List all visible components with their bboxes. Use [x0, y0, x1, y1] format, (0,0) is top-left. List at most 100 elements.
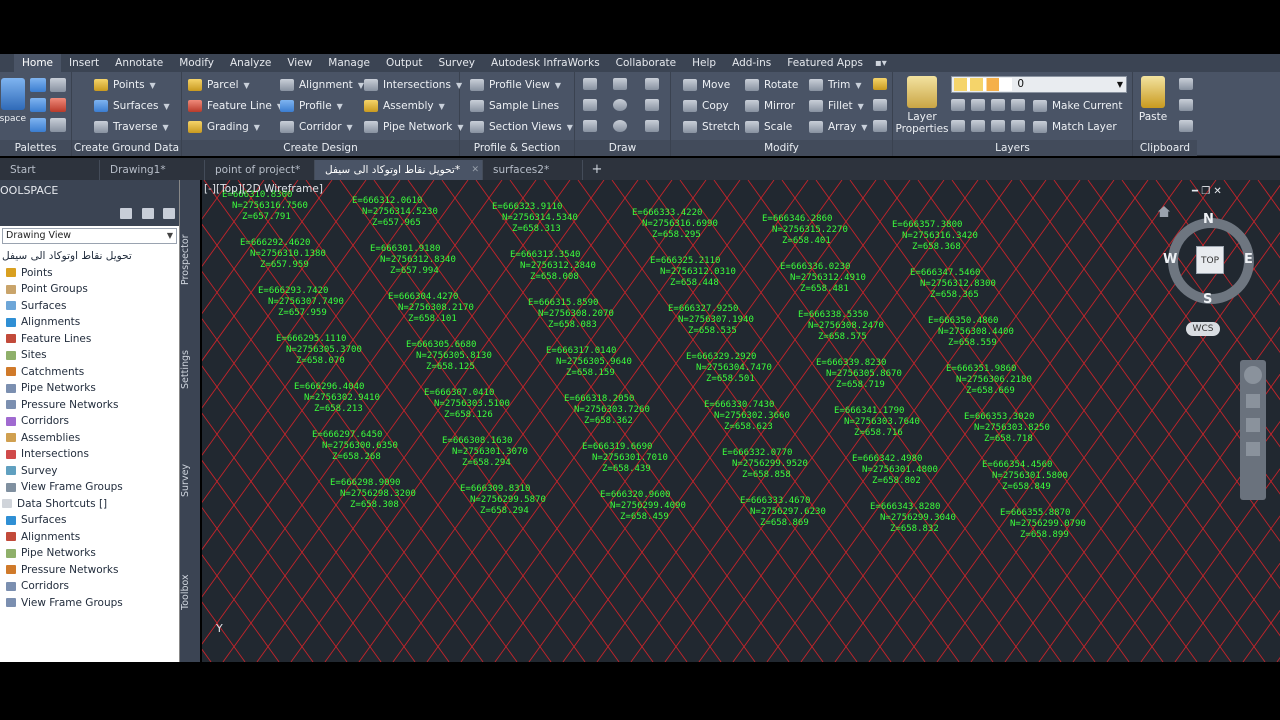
tree-item[interactable]: Survey — [0, 463, 179, 480]
cogo-point-label[interactable]: E=666346.2860 N=2756315.2270 Z=658.401 — [762, 214, 848, 247]
viewcube-top[interactable]: TOP — [1196, 246, 1224, 274]
tree-item[interactable]: Feature Lines — [0, 331, 179, 348]
stretch-button[interactable]: Stretch — [683, 118, 740, 136]
tab-modify[interactable]: Modify — [171, 54, 222, 72]
make-current-button[interactable]: Make Current — [1033, 97, 1122, 115]
explode-icon[interactable] — [873, 99, 887, 111]
sample-lines-button[interactable]: Sample Lines — [470, 97, 559, 115]
cogo-point-label[interactable]: E=666336.0230 N=2756312.4910 Z=658.481 — [780, 262, 866, 295]
polyline-icon[interactable] — [613, 78, 627, 90]
cogo-point-label[interactable]: E=666315.8590 N=2756308.2070 Z=658.083 — [528, 298, 614, 331]
new-tab-button[interactable]: + — [587, 160, 607, 180]
cogo-point-label[interactable]: E=666307.0410 N=2756303.5100 Z=658.126 — [424, 388, 510, 421]
match-layer-button[interactable]: Match Layer — [1033, 118, 1117, 136]
layer-on-icon[interactable] — [951, 120, 965, 132]
layer-lock-icon[interactable] — [1011, 99, 1025, 111]
tree-root-drawing[interactable]: تحويل نقاط اوتوكاد الى سيفل — [0, 248, 179, 265]
tab-home[interactable]: Home — [14, 54, 62, 72]
cogo-point-label[interactable]: E=666304.4270 N=2756308.2170 Z=658.101 — [388, 292, 474, 325]
tree-item[interactable]: Corridors — [0, 578, 179, 595]
compass-west[interactable]: W — [1163, 252, 1177, 267]
rectangle-icon[interactable] — [645, 99, 659, 111]
feature-line-button[interactable]: Feature Line▼ — [188, 97, 283, 115]
doc-tab-active[interactable]: تحويل نقاط اوتوكاد الى سيفل* ✕ — [315, 160, 483, 180]
arc-icon[interactable] — [645, 78, 659, 90]
ribbon-minimize-icon[interactable]: ▪▾ — [875, 58, 887, 69]
tree-item[interactable]: Sites — [0, 347, 179, 364]
mirror-button[interactable]: Mirror — [745, 97, 795, 115]
tab-analyze[interactable]: Analyze — [222, 54, 279, 72]
doc-tab-drawing1[interactable]: Drawing1* — [100, 160, 205, 180]
tab-settings[interactable]: Settings — [180, 348, 200, 392]
circle-icon[interactable] — [613, 99, 627, 111]
layer-unisolate-icon[interactable] — [971, 120, 985, 132]
model-viewport[interactable]: E=666310.8300 N=2756316.7560 Z=657.791 E=66… — [202, 180, 1280, 662]
profile-button[interactable]: Profile ▼ — [280, 97, 343, 115]
panel-title-clipboard[interactable]: Clipboard — [1133, 140, 1197, 156]
tab-output[interactable]: Output — [378, 54, 430, 72]
orbit-icon[interactable] — [1246, 442, 1260, 456]
tree-item[interactable]: Pressure Networks — [0, 562, 179, 579]
cogo-point-label[interactable]: E=666350.4860 N=2756308.4400 Z=658.559 — [928, 316, 1014, 349]
corridor-button[interactable]: Corridor ▼ — [280, 118, 353, 136]
tree-item[interactable]: Points — [0, 265, 179, 282]
surfaces-button[interactable]: Surfaces ▼ — [94, 97, 170, 115]
tab-view[interactable]: View — [279, 54, 320, 72]
properties-icon[interactable] — [50, 78, 66, 92]
cogo-point-label[interactable]: E=666342.4980 N=2756301.4800 Z=658.802 — [852, 454, 938, 487]
compass-north[interactable]: N — [1203, 212, 1214, 227]
doc-tab-start[interactable]: Start — [0, 160, 100, 180]
tree-data-shortcuts[interactable]: Data Shortcuts [] — [0, 496, 179, 513]
layer-unlock-icon[interactable] — [1011, 120, 1025, 132]
cogo-point-label[interactable]: E=666330.7430 N=2756302.3660 Z=658.623 — [704, 400, 790, 433]
layer-isolate-icon[interactable] — [971, 99, 985, 111]
tab-featured-apps[interactable]: Featured Apps — [779, 54, 871, 72]
cogo-point-label[interactable]: E=666298.9090 N=2756298.3200 Z=658.308 — [330, 478, 416, 511]
pipe-network-button[interactable]: Pipe Network ▼ — [364, 118, 463, 136]
panel-title-draw[interactable]: Draw — [575, 140, 670, 156]
cut-icon[interactable] — [1179, 78, 1193, 90]
viewport-controls[interactable]: [-][Top][2D Wireframe] — [204, 183, 323, 195]
panel-title-modify[interactable]: Modify — [671, 140, 892, 156]
compass-east[interactable]: E — [1244, 252, 1253, 267]
scale-button[interactable]: Scale — [745, 118, 792, 136]
layer-off-icon[interactable] — [951, 99, 965, 111]
tab-collaborate[interactable]: Collaborate — [608, 54, 684, 72]
tab-infraworks[interactable]: Autodesk InfraWorks — [483, 54, 608, 72]
doc-tab-point-of-project[interactable]: point of project* — [205, 160, 315, 180]
tab-prospector[interactable]: Prospector — [180, 230, 200, 290]
tree-options-icon[interactable] — [120, 208, 132, 219]
hatch-icon[interactable] — [583, 120, 597, 132]
tree-item[interactable]: Alignments — [0, 529, 179, 546]
doc-tab-surfaces2[interactable]: surfaces2* — [483, 160, 583, 180]
tree-item[interactable]: Surfaces — [0, 298, 179, 315]
spline-icon[interactable] — [583, 99, 597, 111]
cogo-point-label[interactable]: E=666329.2920 N=2756304.7470 Z=658.501 — [686, 352, 772, 385]
cogo-point-label[interactable]: E=666319.6690 N=2756301.7010 Z=658.439 — [582, 442, 668, 475]
tab-survey[interactable]: Survey — [430, 54, 483, 72]
cogo-point-label[interactable]: E=666308.1630 N=2756301.3070 Z=658.294 — [442, 436, 528, 469]
compass-south[interactable]: S — [1203, 292, 1212, 307]
copy-clip-icon[interactable] — [1179, 99, 1193, 111]
tree-item[interactable]: Intersections — [0, 446, 179, 463]
tree-item[interactable]: Catchments — [0, 364, 179, 381]
cogo-point-label[interactable]: E=666320.9600 N=2756299.4090 Z=658.459 — [600, 490, 686, 523]
app-menu-stub[interactable] — [0, 54, 14, 72]
toolspace-button[interactable]: Toolspace — [0, 78, 26, 125]
panel-title-profile-views[interactable]: Profile & Section Views — [460, 140, 574, 170]
help-icon[interactable] — [163, 208, 175, 219]
cogo-point-label[interactable]: E=666309.8310 N=2756299.5870 Z=658.294 — [460, 484, 546, 517]
intersections-button[interactable]: Intersections ▼ — [364, 76, 462, 94]
move-button[interactable]: Move — [683, 76, 730, 94]
copy-base-icon[interactable] — [1179, 120, 1193, 132]
cogo-point-label[interactable]: E=666355.8870 N=2756299.0790 Z=658.899 — [1000, 508, 1086, 541]
cogo-point-label[interactable]: E=666305.6680 N=2756305.8130 Z=658.125 — [406, 340, 492, 373]
layer-thaw-icon[interactable] — [991, 120, 1005, 132]
tree-item[interactable]: Alignments — [0, 314, 179, 331]
paste-button[interactable]: Paste — [1137, 76, 1169, 123]
cogo-point-label[interactable]: E=666357.3800 N=2756316.3420 Z=658.368 — [892, 220, 978, 253]
cogo-point-label[interactable]: E=666354.4560 N=2756301.5800 Z=658.849 — [982, 460, 1068, 493]
tab-insert[interactable]: Insert — [61, 54, 107, 72]
cogo-point-label[interactable]: E=666333.4220 N=2756316.6990 Z=658.295 — [632, 208, 718, 241]
tree-item[interactable]: View Frame Groups — [0, 479, 179, 496]
